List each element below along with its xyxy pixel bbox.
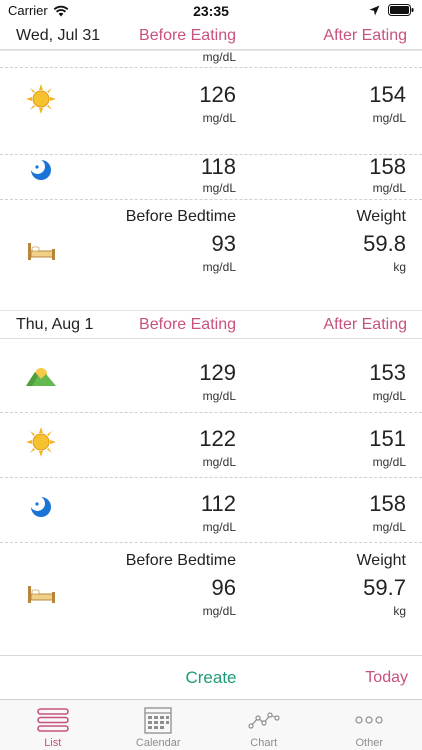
before-unit: mg/dL [202, 455, 236, 469]
tab-other[interactable]: Other [317, 700, 422, 750]
tab-chart[interactable]: Chart [211, 700, 317, 750]
tab-bar: List Calendar Chart Other [0, 699, 422, 750]
after-unit: mg/dL [372, 181, 406, 195]
day-header-jul31: Wed, Jul 31 Before Eating After Eating [0, 22, 422, 50]
tab-label: Calendar [135, 737, 181, 749]
day-date: Thu, Aug 1 [16, 316, 94, 333]
calendar-icon [144, 707, 172, 734]
before-eating-header: Before Eating [139, 27, 236, 44]
after-eating-header: After Eating [323, 27, 407, 44]
status-time: 23:35 [193, 3, 229, 19]
list-icon [36, 708, 69, 732]
today-button[interactable]: Today [365, 669, 408, 687]
more-icon [355, 716, 383, 724]
after-value: 153 [369, 360, 406, 385]
list-item-lunch[interactable]: 126 mg/dL 154 mg/dL [0, 68, 422, 134]
tab-calendar[interactable]: Calendar [106, 700, 212, 750]
after-unit: mg/dL [372, 389, 406, 403]
list-item-dinner[interactable]: 118 mg/dL 158 mg/dL [0, 154, 422, 199]
moon-icon [30, 159, 51, 180]
bedtime-unit: mg/dL [202, 604, 236, 618]
weight-label: Weight [356, 552, 406, 569]
bedtime-value: 96 [211, 575, 236, 600]
before-value: 129 [199, 360, 236, 385]
list-item-breakfast[interactable]: 129 mg/dL 153 mg/dL [0, 340, 422, 406]
bedtime-unit: mg/dL [202, 260, 236, 274]
before-unit: mg/dL [202, 181, 236, 195]
status-right [369, 4, 414, 16]
sun-icon [26, 84, 56, 114]
before-bedtime-label: Before Bedtime [125, 208, 236, 225]
list-item-bedtime[interactable]: Before Bedtime Weight 96 mg/dL 59.7 kg [0, 543, 422, 623]
day-date: Wed, Jul 31 [16, 27, 101, 44]
before-value: 126 [199, 82, 236, 107]
list-item-lunch[interactable]: 122 mg/dL 151 mg/dL [0, 413, 422, 469]
before-value: 112 [200, 491, 236, 516]
list-item-dinner[interactable]: 112 mg/dL 158 mg/dL [0, 478, 422, 543]
location-arrow-icon [369, 5, 380, 15]
after-unit: mg/dL [372, 455, 406, 469]
before-value: 118 [200, 154, 236, 179]
create-button[interactable]: Create [160, 668, 262, 688]
after-value: 154 [369, 82, 406, 107]
glucose-log-list[interactable]: Wed, Jul 31 Before Eating After Eating m… [0, 22, 422, 654]
chart-icon [248, 712, 280, 729]
sun-icon [26, 427, 56, 457]
list-item-bedtime[interactable]: Before Bedtime Weight 93 mg/dL 59.8 kg [0, 200, 422, 276]
after-eating-header: After Eating [323, 316, 407, 333]
before-unit: mg/dL [202, 520, 236, 534]
tab-label: Chart [250, 737, 278, 749]
sunrise-mountain-icon [26, 368, 56, 386]
before-unit: mg/dL [202, 50, 236, 64]
weight-unit: kg [393, 604, 406, 618]
day-header-aug1: Thu, Aug 1 Before Eating After Eating [0, 311, 422, 339]
weight-unit: kg [393, 260, 406, 274]
before-eating-header: Before Eating [139, 316, 236, 333]
weight-value: 59.7 [363, 575, 406, 600]
tab-list[interactable]: List [0, 700, 106, 750]
list-item-partial[interactable]: mg/dL [0, 50, 422, 66]
after-value: 158 [369, 154, 406, 179]
status-bar: Carrier 23:35 [0, 0, 422, 22]
moon-icon [30, 496, 51, 517]
after-value: 158 [369, 491, 406, 516]
before-unit: mg/dL [202, 111, 236, 125]
bed-icon [28, 243, 55, 260]
weight-value: 59.8 [363, 231, 406, 256]
bedtime-value: 93 [211, 231, 236, 256]
battery-icon [388, 4, 414, 16]
before-bedtime-label: Before Bedtime [125, 552, 236, 569]
weight-label: Weight [356, 208, 406, 225]
before-unit: mg/dL [202, 389, 236, 403]
after-value: 151 [369, 426, 406, 451]
tab-label: List [44, 737, 62, 749]
after-unit: mg/dL [372, 111, 406, 125]
action-bar: Create Today [0, 655, 422, 699]
tab-label: Other [355, 737, 383, 749]
bed-icon [28, 586, 55, 603]
after-unit: mg/dL [372, 520, 406, 534]
before-value: 122 [199, 426, 236, 451]
